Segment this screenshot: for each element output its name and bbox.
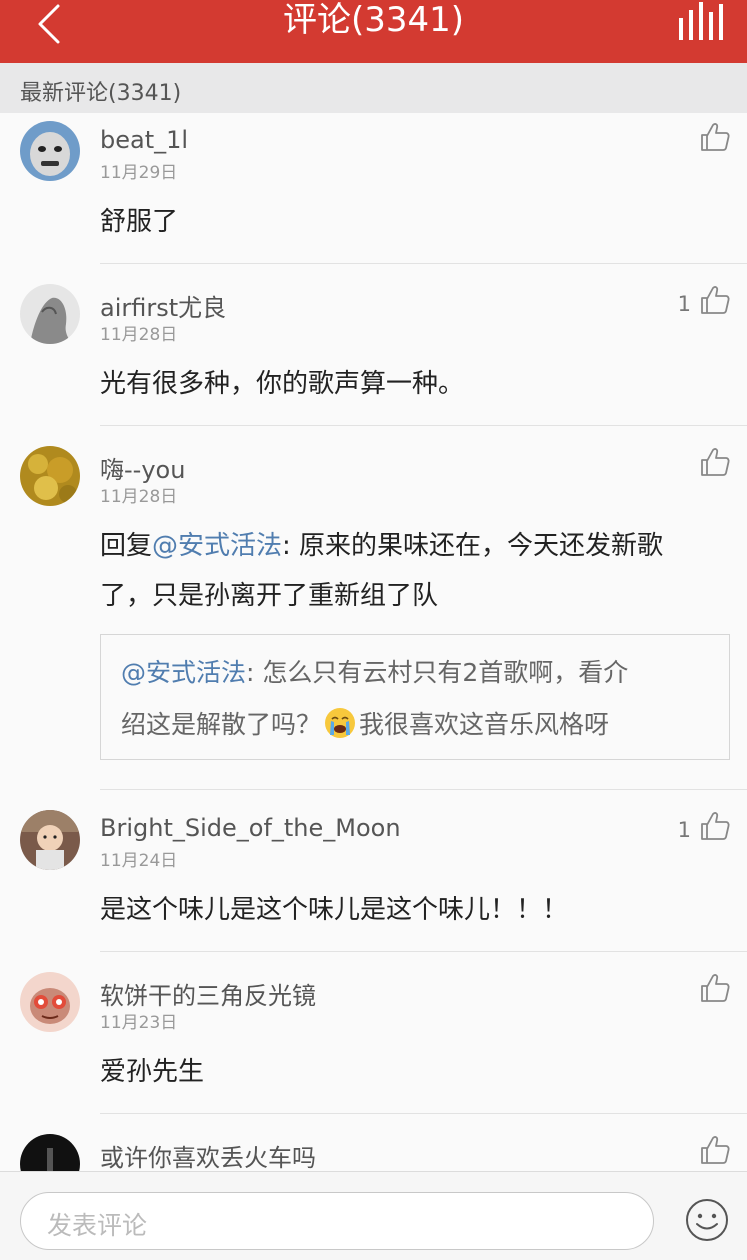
like-button[interactable]: 1 — [671, 810, 731, 844]
comment-date: 11月23日 — [100, 1013, 178, 1033]
comment-date: 11月29日 — [100, 163, 178, 183]
comment-item[interactable]: 或许你喜欢丢火车吗 — [0, 1114, 747, 1171]
reply-prefix: 回复 — [100, 531, 153, 561]
avatar[interactable] — [20, 121, 80, 181]
like-button[interactable] — [671, 121, 731, 155]
thumbs-up-icon — [701, 812, 730, 840]
smiley-icon[interactable] — [685, 1198, 729, 1242]
thumbs-up-icon — [701, 123, 730, 151]
thumbs-up-icon — [701, 1136, 730, 1164]
comment-text: 爱孙先生 — [100, 1057, 205, 1087]
quoted-comment[interactable]: @安式活法: 怎么只有云村只有2首歌啊，看介 绍这是解散了吗？ 我很喜欢这音乐风… — [100, 634, 730, 760]
mention-link[interactable]: @安式活法 — [121, 658, 246, 687]
thumbs-up-icon — [701, 974, 730, 1002]
username[interactable]: 或许你喜欢丢火车吗 — [100, 1138, 316, 1171]
comment-text: 是这个味儿是这个味儿是这个味儿！！！ — [100, 895, 569, 925]
comment-item[interactable]: 软饼干的三角反光镜 11月23日 爱孙先生 — [0, 952, 747, 1114]
like-button[interactable]: 1 — [671, 284, 731, 318]
top-bar: 评论(3341) — [0, 0, 747, 63]
bar-chart-icon[interactable] — [677, 0, 725, 44]
section-header: 最新评论(3341) — [0, 63, 747, 113]
comment-list[interactable]: beat_1l 11月29日 舒服了 airfirst尤良 11月28日 1 光… — [0, 113, 747, 1171]
avatar[interactable] — [20, 284, 80, 344]
mention-link[interactable]: @安式活法 — [152, 531, 282, 561]
comment-item[interactable]: beat_1l 11月29日 舒服了 — [0, 113, 747, 264]
comment-text: 回复@安式活法: 原来的果味还在，今天还发新歌 了，只是孙离开了重新组了队 — [100, 521, 720, 621]
avatar[interactable] — [20, 810, 80, 870]
avatar[interactable] — [20, 446, 80, 506]
thumbs-up-icon — [701, 448, 730, 476]
page-title: 评论(3341) — [282, 0, 465, 40]
comment-date: 11月28日 — [100, 487, 178, 507]
username[interactable]: Bright_Side_of_the_Moon — [100, 814, 401, 842]
like-button[interactable] — [671, 446, 731, 480]
comment-date: 11月24日 — [100, 851, 178, 871]
avatar[interactable] — [20, 1134, 80, 1171]
comment-input[interactable]: 发表评论 — [20, 1192, 654, 1250]
comment-item[interactable]: 嗨--you 11月28日 回复@安式活法: 原来的果味还在，今天还发新歌 了，… — [0, 426, 747, 790]
username[interactable]: airfirst尤良 — [100, 288, 226, 323]
comment-text-line: : 原来的果味还在，今天还发新歌 — [282, 531, 664, 561]
quote-text-line: 我很喜欢这音乐风格呀 — [359, 710, 610, 739]
comment-date: 11月28日 — [100, 325, 178, 345]
section-label: 最新评论(3341) — [20, 81, 182, 106]
quote-text-line: : 怎么只有云村只有2首歌啊，看介 — [246, 658, 629, 687]
comment-item[interactable]: airfirst尤良 11月28日 1 光有很多种，你的歌声算一种。 — [0, 264, 747, 426]
like-count: 1 — [677, 292, 691, 316]
like-button[interactable] — [671, 972, 731, 1006]
comment-text: 光有很多种，你的歌声算一种。 — [100, 369, 465, 399]
quote-text-line: 绍这是解散了吗？ — [121, 710, 322, 739]
like-count: 1 — [677, 818, 691, 842]
username[interactable]: beat_1l — [100, 126, 188, 154]
comment-text: 舒服了 — [100, 207, 179, 237]
comment-input-placeholder: 发表评论 — [47, 1211, 148, 1240]
comment-text-line: 了，只是孙离开了重新组了队 — [100, 581, 439, 611]
username[interactable]: 软饼干的三角反光镜 — [100, 976, 316, 1011]
comment-item[interactable]: Bright_Side_of_the_Moon 11月24日 1 是这个味儿是这… — [0, 790, 747, 952]
username[interactable]: 嗨--you — [100, 450, 185, 485]
like-button[interactable] — [671, 1134, 731, 1168]
thumbs-up-icon — [701, 286, 730, 314]
avatar[interactable] — [20, 972, 80, 1032]
comment-input-bar: 发表评论 — [0, 1171, 747, 1260]
crying-emoji-icon — [325, 708, 356, 738]
